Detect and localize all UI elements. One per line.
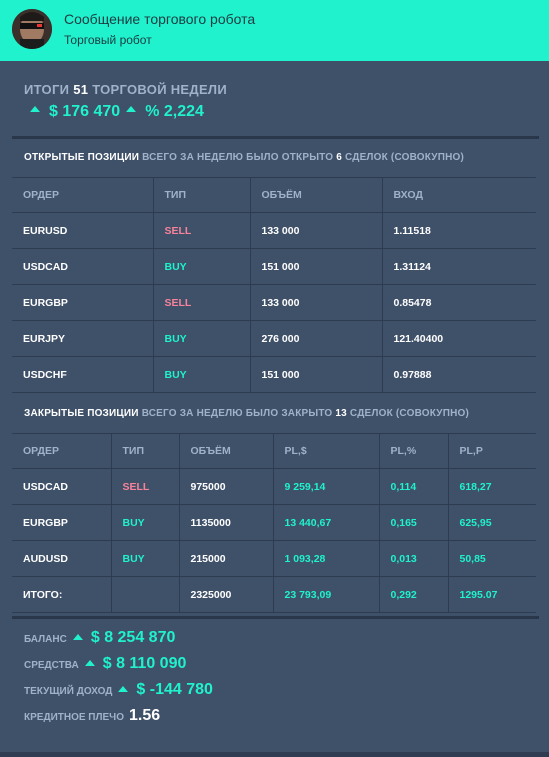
table-row: EURGBP BUY 1135000 13 440,67 0,165 625,9… [12, 504, 536, 541]
table-header-row: ОРДЕР ТИП ОБЪЁМ PL,$ PL,% PL,P [12, 433, 536, 469]
table-row: AUDUSD BUY 215000 1 093,28 0,013 50,85 [12, 540, 536, 577]
table-total-row: ИТОГО: 2325000 23 793,09 0,292 1295.07 [12, 576, 536, 613]
table-row: EURGBP SELL 133 000 0.85478 [12, 284, 536, 321]
week-percent: % 2,224 [145, 103, 204, 120]
order-type: BUY [110, 504, 180, 541]
column-header: ОРДЕР [12, 433, 112, 469]
table-row: USDCHF BUY 151 000 0.97888 [12, 356, 536, 393]
order-volume: 133 000 [249, 284, 383, 321]
order-symbol: AUDUSD [12, 540, 112, 577]
pl-points: 625,95 [447, 504, 536, 541]
column-header: PL,% [378, 433, 449, 469]
order-symbol: USDCAD [12, 248, 154, 285]
robot-avatar[interactable] [12, 9, 52, 49]
pl-points: 50,85 [447, 540, 536, 577]
order-type: SELL [110, 468, 180, 505]
order-entry: 1.11518 [381, 212, 536, 249]
week-totals: $ 176 470 % 2,224 [30, 103, 204, 121]
week-profit: $ 176 470 [49, 103, 121, 120]
pl-percent: 0,013 [378, 540, 449, 577]
table-row: USDCAD SELL 975000 9 259,14 0,114 618,27 [12, 468, 536, 505]
order-symbol: USDCHF [12, 356, 154, 393]
closed-positions-heading: ЗАКРЫТЫЕ ПОЗИЦИИ ВСЕГО ЗА НЕДЕЛЮ БЫЛО ЗА… [24, 408, 470, 419]
order-symbol: EURJPY [12, 320, 154, 357]
column-header: ВХОД [381, 177, 536, 213]
pl-percent: 0,165 [378, 504, 449, 541]
triangle-up-icon [84, 660, 95, 667]
order-type: SELL [152, 284, 251, 321]
equity-metric: СРЕДСТВА $ 8 110 090 [24, 655, 187, 672]
pl-usd: 13 440,67 [272, 504, 380, 541]
week-summary-title: ИТОГИ 51 ТОРГОВОЙ НЕДЕЛИ [24, 82, 228, 97]
column-header: PL,$ [272, 433, 380, 469]
triangle-up-icon [118, 686, 129, 693]
order-symbol: EURGBP [12, 504, 112, 541]
order-volume: 133 000 [249, 212, 383, 249]
column-header: PL,P [447, 433, 536, 469]
card-bottom-edge [0, 752, 549, 757]
order-volume: 151 000 [249, 248, 383, 285]
message-title: Сообщение торгового робота [64, 11, 256, 27]
order-type: SELL [152, 212, 251, 249]
message-sender: Торговый робот [64, 33, 152, 47]
pl-usd: 9 259,14 [272, 468, 380, 505]
pl-usd: 1 093,28 [272, 540, 380, 577]
total-pl-usd: 23 793,09 [272, 576, 380, 613]
divider [12, 616, 539, 619]
column-header: ОБЪЁМ [249, 177, 383, 213]
total-volume: 2325000 [178, 576, 274, 613]
income-metric: ТЕКУЩИЙ ДОХОД $ -144 780 [24, 681, 213, 698]
total-pl-points: 1295.07 [447, 576, 536, 613]
table-row: EURUSD SELL 133 000 1.11518 [12, 212, 536, 249]
triangle-up-icon [30, 105, 40, 112]
order-volume: 276 000 [249, 320, 383, 357]
triangle-up-icon [72, 634, 83, 641]
divider [12, 136, 539, 139]
column-header: ТИП [152, 177, 251, 213]
order-entry: 121.40400 [381, 320, 536, 357]
order-type: BUY [152, 356, 251, 393]
table-row: USDCAD BUY 151 000 1.31124 [12, 248, 536, 285]
week-number: 51 [73, 82, 89, 97]
open-positions-heading: ОТКРЫТЫЕ ПОЗИЦИИ ВСЕГО ЗА НЕДЕЛЮ БЫЛО ОТ… [24, 152, 465, 163]
triangle-up-icon [126, 105, 137, 112]
table-row: EURJPY BUY 276 000 121.40400 [12, 320, 536, 357]
leverage-metric: КРЕДИТНОЕ ПЛЕЧО 1.56 [24, 707, 161, 724]
column-header: ОБЪЁМ [178, 433, 274, 469]
total-label: ИТОГО: [12, 576, 112, 613]
income-value: $ -144 780 [136, 681, 213, 698]
order-volume: 1135000 [178, 504, 274, 541]
column-header: ОРДЕР [12, 177, 154, 213]
closed-positions-table: ОРДЕР ТИП ОБЪЁМ PL,$ PL,% PL,P USDCAD SE… [12, 433, 536, 613]
pl-points: 618,27 [447, 468, 536, 505]
open-positions-table: ОРДЕР ТИП ОБЪЁМ ВХОД EURUSD SELL 133 000… [12, 177, 536, 393]
order-type: BUY [110, 540, 180, 577]
order-symbol: EURGBP [12, 284, 154, 321]
order-type: BUY [152, 248, 251, 285]
order-symbol: USDCAD [12, 468, 112, 505]
order-symbol: EURUSD [12, 212, 154, 249]
total-pl-percent: 0,292 [378, 576, 449, 613]
order-volume: 975000 [178, 468, 274, 505]
balance-value: $ 8 254 870 [90, 629, 176, 646]
table-header-row: ОРДЕР ТИП ОБЪЁМ ВХОД [12, 177, 536, 213]
order-volume: 151 000 [249, 356, 383, 393]
order-volume: 215000 [178, 540, 274, 577]
message-header: Сообщение торгового робота Торговый робо… [0, 0, 549, 61]
order-type: BUY [152, 320, 251, 357]
order-entry: 0.85478 [381, 284, 536, 321]
column-header: ТИП [110, 433, 180, 469]
balance-metric: БАЛАНС $ 8 254 870 [24, 629, 176, 646]
total-type-empty [110, 576, 180, 613]
order-entry: 1.31124 [381, 248, 536, 285]
equity-value: $ 8 110 090 [102, 655, 187, 672]
pl-percent: 0,114 [378, 468, 449, 505]
leverage-value: 1.56 [129, 707, 161, 724]
order-entry: 0.97888 [381, 356, 536, 393]
